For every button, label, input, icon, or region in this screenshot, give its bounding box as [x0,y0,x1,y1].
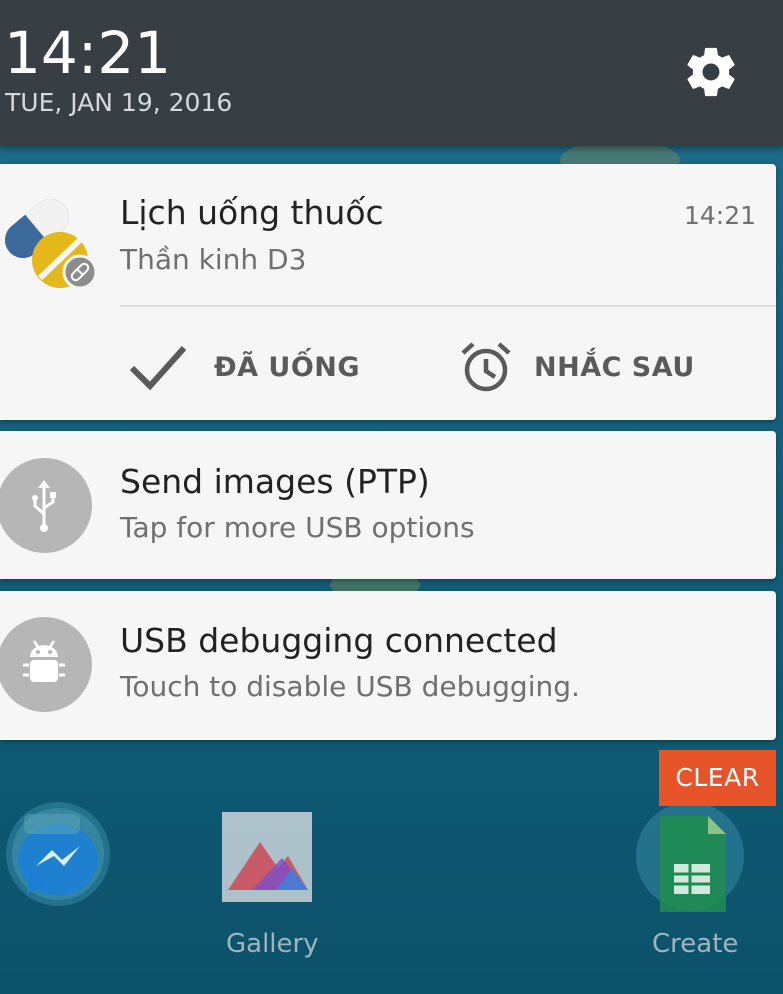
notification-time: 14:21 [683,201,756,230]
messenger-app-icon[interactable] [4,800,112,908]
android-bug-icon [0,617,92,712]
dock-label-create: Create [652,929,739,959]
remind-later-action-label: NHẮC SAU [534,351,695,383]
dock-label-gallery: Gallery [226,929,319,959]
usb-icon [0,458,92,553]
notification-title: USB debugging connected [120,621,558,660]
notification-medication[interactable]: Lịch uống thuốc Thần kinh D3 14:21 ĐÃ UỐ… [0,164,776,420]
header-clock: 14:21 [4,19,172,87]
clear-all-button[interactable]: CLEAR [659,750,776,806]
alarm-clock-icon [460,341,512,393]
notification-usb-ptp[interactable]: Send images (PTP) Tap for more USB optio… [0,431,776,579]
notification-subtitle: Touch to disable USB debugging. [120,670,580,703]
remind-later-action-button[interactable]: NHẮC SAU [460,332,695,402]
check-icon [128,342,188,392]
quick-settings-header: 14:21 TUE, JAN 19, 2016 [0,0,783,146]
settings-gear-icon[interactable] [682,43,740,101]
notification-title: Lịch uống thuốc [120,193,384,232]
gallery-app-icon[interactable] [222,812,312,902]
pill-icon [0,190,102,294]
taken-action-button[interactable]: ĐÃ UỐNG [128,332,360,402]
header-date: TUE, JAN 19, 2016 [5,88,233,117]
create-app-icon[interactable] [634,800,746,912]
notification-usb-debugging[interactable]: USB debugging connected Touch to disable… [0,591,776,740]
notification-title: Send images (PTP) [120,462,430,501]
action-divider [120,305,776,307]
taken-action-label: ĐÃ UỐNG [214,351,361,383]
notification-subtitle: Tap for more USB options [120,511,475,544]
notification-subtitle: Thần kinh D3 [120,243,307,276]
